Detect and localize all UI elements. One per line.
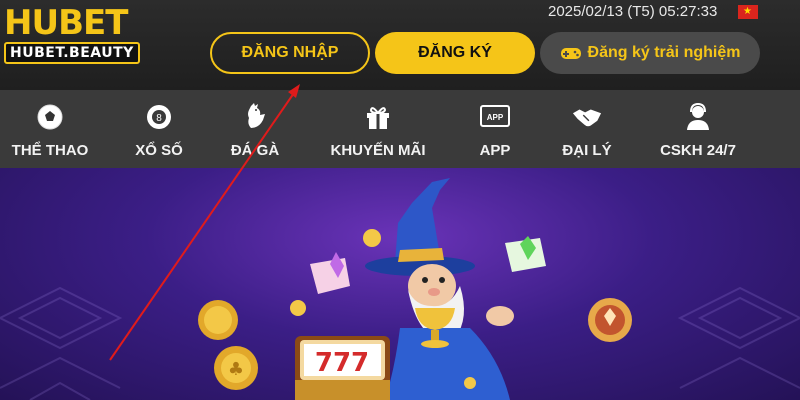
wizard-hat bbox=[365, 178, 475, 276]
register-button[interactable]: ĐĂNG KÝ bbox=[375, 32, 535, 74]
nav-label-dai-ly: ĐẠI LÝ bbox=[562, 142, 612, 159]
nav-item-khuyen-mai[interactable]: KHUYẾN MÃI bbox=[326, 90, 430, 168]
slot-machine: 777 bbox=[295, 336, 390, 400]
magic-book-left bbox=[310, 252, 350, 294]
trial-register-label: Đăng ký trải nghiệm bbox=[587, 44, 741, 61]
gamepad-icon bbox=[560, 48, 581, 59]
login-button[interactable]: ĐĂNG NHẬP bbox=[210, 32, 370, 74]
logo-title: HUBET bbox=[4, 3, 128, 43]
datetime-display: 2025/02/13 (T5) 05:27:33 bbox=[548, 3, 718, 20]
svg-text:8: 8 bbox=[156, 113, 162, 124]
nav-item-the-thao[interactable]: THỂ THAO bbox=[8, 90, 92, 168]
handshake-icon bbox=[572, 102, 602, 132]
nav-label-app: APP bbox=[479, 142, 511, 159]
rooster-icon bbox=[240, 102, 270, 132]
trial-register-button[interactable]: Đăng ký trải nghiệm bbox=[540, 32, 760, 74]
lottery-ball-icon: 8 bbox=[144, 102, 174, 132]
promo-banner[interactable]: 777 ♣ bbox=[0, 168, 800, 400]
nav-item-xo-so[interactable]: 8 XỔ SỐ bbox=[124, 90, 194, 168]
wizard-robe bbox=[385, 328, 510, 400]
vietnam-flag-icon[interactable]: ★ bbox=[738, 5, 758, 19]
nav-label-khuyen-mai: KHUYẾN MÃI bbox=[330, 142, 426, 159]
app-icon: APP bbox=[480, 102, 510, 132]
wizard-hand bbox=[486, 306, 514, 326]
logo[interactable]: HUBET HUBET.BEAUTY bbox=[4, 6, 146, 64]
main-nav: THỂ THAO 8 XỔ SỐ ĐÁ GÀ KHUYẾN MÃI APP AP… bbox=[0, 90, 800, 168]
nav-item-da-ga[interactable]: ĐÁ GÀ bbox=[220, 90, 290, 168]
header: HUBET HUBET.BEAUTY 2025/02/13 (T5) 05:27… bbox=[0, 0, 800, 90]
app-icon-text: APP bbox=[487, 113, 504, 122]
gift-icon bbox=[363, 102, 393, 132]
nav-label-cskh: CSKH 24/7 bbox=[660, 142, 736, 159]
casino-chip bbox=[588, 298, 632, 342]
nav-label-the-thao: THỂ THAO bbox=[11, 142, 89, 159]
nav-label-xo-so: XỔ SỐ bbox=[135, 142, 183, 159]
soccer-ball-icon bbox=[35, 102, 65, 132]
logo-domain: HUBET.BEAUTY bbox=[4, 42, 140, 64]
magic-book-right bbox=[505, 236, 546, 272]
wizard-scene: 777 ♣ bbox=[198, 178, 632, 400]
nav-item-dai-ly[interactable]: ĐẠI LÝ bbox=[550, 90, 624, 168]
nav-label-da-ga: ĐÁ GÀ bbox=[230, 142, 280, 159]
nav-item-cskh[interactable]: CSKH 24/7 bbox=[656, 90, 740, 168]
nav-item-app[interactable]: APP APP bbox=[470, 90, 520, 168]
support-agent-icon bbox=[683, 102, 713, 132]
slot-digits: 777 bbox=[315, 348, 369, 378]
svg-text:♣: ♣ bbox=[228, 359, 244, 380]
